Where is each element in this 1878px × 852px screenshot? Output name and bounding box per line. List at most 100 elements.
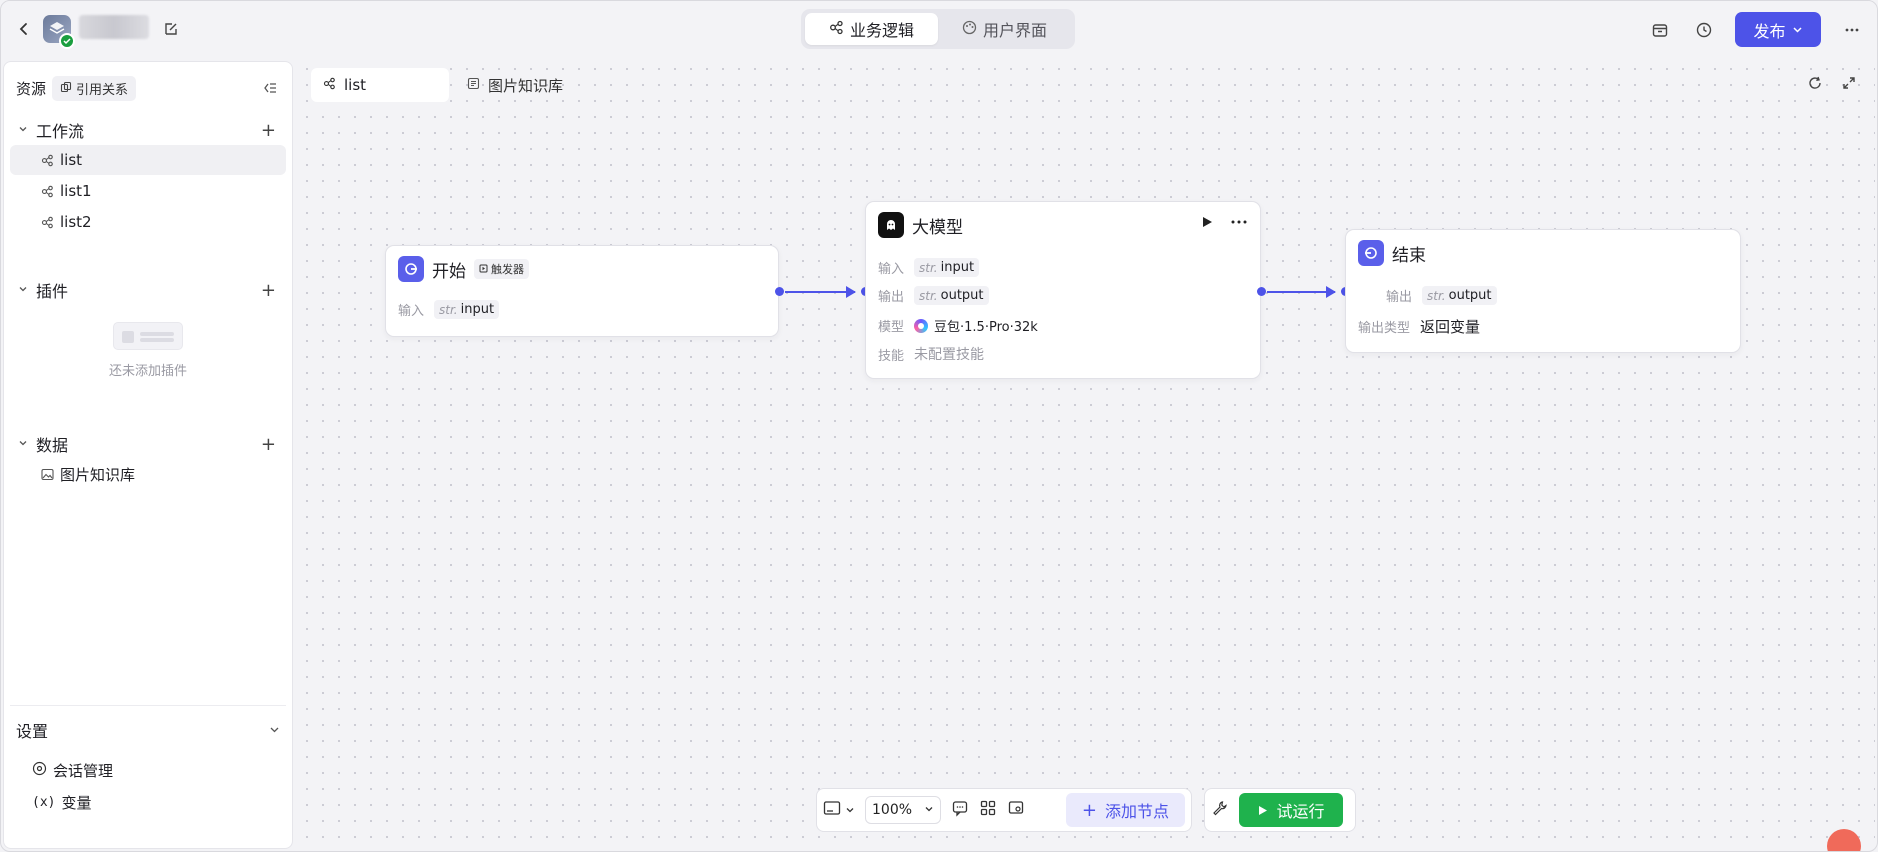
workflow-icon xyxy=(323,76,336,94)
more-icon[interactable] xyxy=(1839,17,1865,43)
llm-input-row: 输入 str. input xyxy=(878,258,980,277)
tab-image-knowledge[interactable]: 图片知识库 xyxy=(455,68,575,102)
auto-layout-icon[interactable] xyxy=(979,799,997,821)
fit-view-icon[interactable] xyxy=(1007,799,1025,821)
more-icon[interactable] xyxy=(1230,215,1248,233)
mode-toggle: 业务逻辑 用户界面 xyxy=(801,9,1075,49)
workflow-icon xyxy=(40,184,54,198)
assistant-bubble-icon[interactable] xyxy=(1827,829,1861,851)
publish-button[interactable]: 发布 xyxy=(1735,12,1821,47)
workflow-canvas[interactable]: list 图片知识库 开始 触发器 输入 str. input 大模型 输入 s… xyxy=(299,61,1875,851)
back-icon[interactable] xyxy=(13,18,35,40)
start-output-port[interactable] xyxy=(775,287,784,296)
workflow-icon xyxy=(40,153,54,167)
trigger-icon xyxy=(479,263,488,276)
chevron-down-icon xyxy=(18,438,30,451)
published-check-icon xyxy=(59,33,75,49)
edge-start-llm xyxy=(785,286,856,298)
minimap-icon xyxy=(823,800,841,820)
canvas-tools xyxy=(1807,75,1857,95)
fullscreen-icon[interactable] xyxy=(1841,75,1857,95)
chevron-down-icon xyxy=(924,802,934,818)
test-run-button[interactable]: 试运行 xyxy=(1239,793,1343,827)
comment-icon[interactable] xyxy=(951,799,969,821)
app-name-redacted xyxy=(79,15,149,39)
chevron-down-icon xyxy=(18,284,30,297)
start-icon xyxy=(398,256,424,282)
llm-output-row: 输出 str. output xyxy=(878,286,989,305)
data-section: 数据 + 图片知识库 xyxy=(4,430,292,490)
workflow-section-header[interactable]: 工作流 + xyxy=(4,116,292,144)
plus-icon: + xyxy=(1081,799,1097,821)
collapse-sidebar-icon[interactable] xyxy=(260,78,280,98)
top-bar: 业务逻辑 用户界面 发布 xyxy=(1,1,1877,59)
tab-business-logic[interactable]: 业务逻辑 xyxy=(805,13,938,45)
data-section-header[interactable]: 数据 + xyxy=(4,430,292,458)
plugins-section: 插件 + xyxy=(4,276,292,304)
run-toolbar: 试运行 xyxy=(1204,788,1356,832)
workflow-icon xyxy=(829,20,844,39)
settings-section-header[interactable]: 设置 xyxy=(16,718,280,742)
chevron-down-icon xyxy=(1792,20,1803,39)
output-variable-chip: str. output xyxy=(914,286,989,305)
end-output-type-row: 输出类型 返回变量 xyxy=(1358,318,1481,336)
add-plugin-icon[interactable]: + xyxy=(261,280,276,301)
app-window: 业务逻辑 用户界面 发布 资源 引用关系 工作流 + list list1 li… xyxy=(0,0,1878,852)
chevron-down-icon xyxy=(845,801,855,819)
settings-item-conversation[interactable]: 会话管理 xyxy=(32,758,113,782)
tab-list[interactable]: list xyxy=(311,68,449,102)
settings-item-variable[interactable]: (x) 变量 xyxy=(32,790,92,814)
history-icon[interactable] xyxy=(1691,17,1717,43)
refresh-icon[interactable] xyxy=(1807,75,1823,95)
start-input-row: 输入 str. input xyxy=(398,300,500,319)
workflow-section: 工作流 + list list1 list2 xyxy=(4,116,292,238)
trigger-tag: 触发器 xyxy=(474,259,529,279)
model-value: 豆包·1.5·Pro·32k xyxy=(914,316,1038,335)
canvas-tabs: list 图片知识库 xyxy=(311,68,575,102)
play-icon[interactable] xyxy=(1200,215,1214,233)
resource-sidebar: 资源 引用关系 工作流 + list list1 list2 插件 + 还未添加… xyxy=(3,61,293,849)
input-variable-chip: str. input xyxy=(434,300,500,319)
minimap-toggle[interactable] xyxy=(823,800,855,820)
archive-icon[interactable] xyxy=(1647,17,1673,43)
tab-user-interface[interactable]: 用户界面 xyxy=(938,13,1071,45)
workflow-icon xyxy=(40,215,54,229)
add-workflow-icon[interactable]: + xyxy=(261,120,276,141)
top-actions: 发布 xyxy=(1647,12,1865,47)
chevron-down-icon xyxy=(269,721,280,739)
variable-icon: (x) xyxy=(32,794,56,810)
end-output-row: 输出 str. output xyxy=(1386,286,1497,305)
add-data-icon[interactable]: + xyxy=(261,434,276,455)
zoom-select[interactable]: 100% xyxy=(865,796,941,824)
end-icon xyxy=(1358,240,1384,266)
output-variable-chip: str. output xyxy=(1422,286,1497,305)
llm-node[interactable]: 大模型 输入 str. input 输出 str. output 模型 豆包·1… xyxy=(865,201,1261,379)
llm-icon xyxy=(878,212,904,238)
link-icon xyxy=(60,81,72,97)
canvas-toolbar: 100% + 添加节点 xyxy=(816,788,1192,832)
wrench-icon[interactable] xyxy=(1211,799,1229,821)
llm-output-port[interactable] xyxy=(1257,287,1266,296)
knowledge-icon xyxy=(467,76,480,94)
doubao-model-icon xyxy=(914,318,929,333)
plugins-empty-state: 还未添加插件 xyxy=(4,322,292,379)
sidebar-item-list2[interactable]: list2 xyxy=(10,207,286,237)
start-node[interactable]: 开始 触发器 输入 str. input xyxy=(385,245,779,337)
llm-node-header: 大模型 xyxy=(878,212,963,238)
palette-icon xyxy=(962,20,977,39)
plugins-section-header[interactable]: 插件 + xyxy=(4,276,292,304)
image-icon xyxy=(40,467,54,481)
edge-llm-end xyxy=(1267,286,1336,298)
sidebar-title: 资源 xyxy=(16,80,47,98)
sidebar-item-image-knowledge[interactable]: 图片知识库 xyxy=(10,459,286,489)
llm-node-actions xyxy=(1200,215,1248,233)
sidebar-item-list[interactable]: list xyxy=(10,145,286,175)
end-node[interactable]: 结束 输出 str. output 输出类型 返回变量 xyxy=(1345,229,1741,353)
add-node-button[interactable]: + 添加节点 xyxy=(1065,793,1185,827)
divider xyxy=(10,705,286,706)
start-node-header: 开始 触发器 xyxy=(398,256,529,282)
sidebar-item-list1[interactable]: list1 xyxy=(10,176,286,206)
references-button[interactable]: 引用关系 xyxy=(52,76,137,101)
edit-icon[interactable] xyxy=(161,19,181,39)
llm-skill-row: 技能 未配置技能 xyxy=(878,347,985,364)
